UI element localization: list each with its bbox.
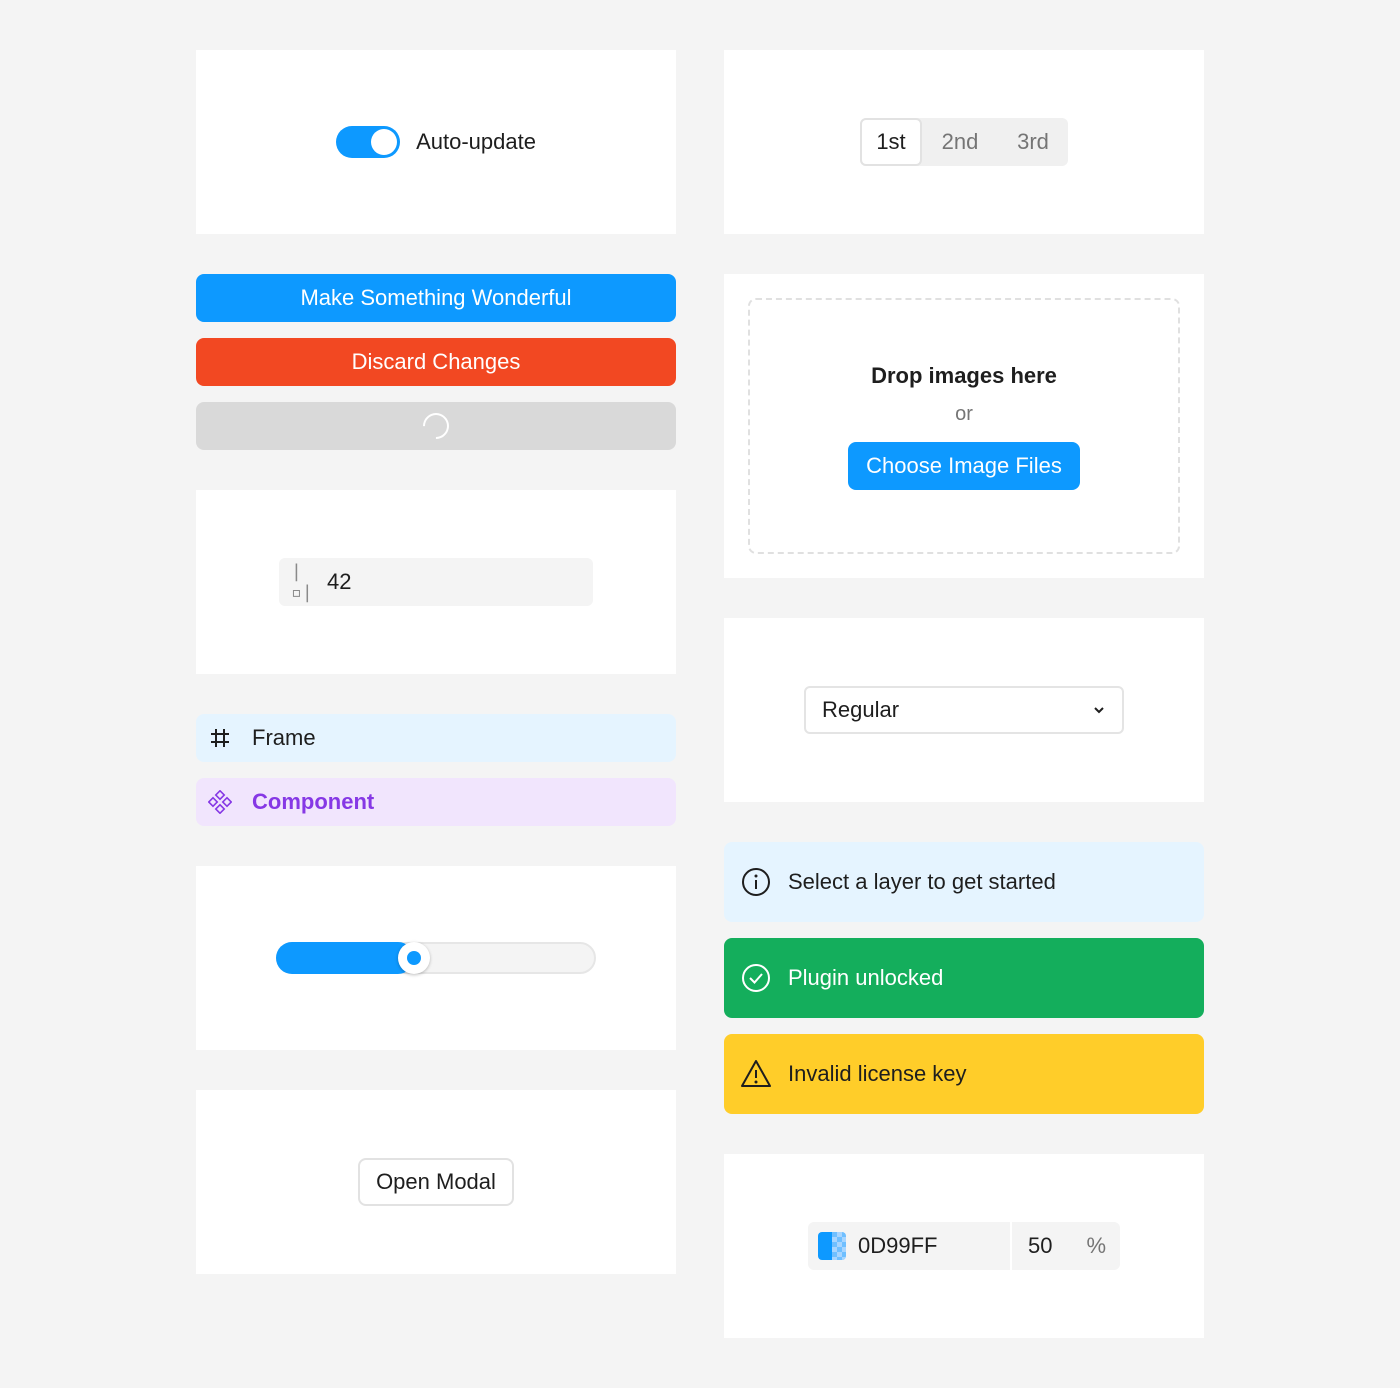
info-banner: Select a layer to get started	[724, 842, 1204, 922]
warning-icon	[740, 1058, 772, 1090]
segmented-control: 1st 2nd 3rd	[860, 118, 1068, 166]
swatch-alpha	[832, 1232, 846, 1260]
hex-value: 0D99FF	[858, 1233, 938, 1258]
toggle-card: Auto-update	[196, 50, 676, 234]
segment-1st-label: 1st	[876, 129, 906, 154]
dropdown-value: Regular	[822, 697, 900, 722]
info-banner-text: Select a layer to get started	[788, 869, 1056, 894]
open-modal-button[interactable]: Open Modal	[358, 1158, 514, 1206]
toggle-row: Auto-update	[336, 126, 536, 158]
slider-thumb-dot	[407, 951, 421, 965]
font-weight-dropdown[interactable]: Regular	[804, 686, 1124, 734]
layer-component-label: Component	[252, 789, 375, 814]
modal-card: Open Modal	[196, 1090, 676, 1274]
danger-button-label: Discard Changes	[351, 349, 521, 374]
segment-3rd[interactable]: 3rd	[998, 118, 1068, 166]
slider-thumb[interactable]	[398, 942, 430, 974]
opacity-input[interactable]: 50 %	[1012, 1222, 1120, 1270]
layer-component[interactable]: Component	[196, 778, 676, 826]
make-something-wonderful-button[interactable]: Make Something Wonderful	[196, 274, 676, 322]
image-dropzone[interactable]: Drop images here or Choose Image Files	[748, 298, 1180, 554]
loading-spinner-icon	[417, 407, 455, 445]
loading-button	[196, 402, 676, 450]
opacity-value: 50	[1028, 1233, 1053, 1258]
choose-image-files-button[interactable]: Choose Image Files	[848, 441, 1080, 490]
primary-button-label: Make Something Wonderful	[300, 285, 572, 310]
segment-2nd[interactable]: 2nd	[922, 118, 998, 166]
number-input-card: |▫| 42	[196, 490, 676, 674]
color-swatch[interactable]	[818, 1232, 846, 1260]
discard-changes-button[interactable]: Discard Changes	[196, 338, 676, 386]
frame-icon	[208, 726, 232, 750]
auto-update-toggle[interactable]	[336, 126, 401, 158]
success-banner: Plugin unlocked	[724, 938, 1204, 1018]
slider-fill	[276, 942, 414, 974]
layer-frame-label: Frame	[252, 725, 316, 750]
opacity-unit: %	[1086, 1233, 1106, 1258]
choose-image-files-label: Choose Image Files	[866, 452, 1062, 478]
slider-track[interactable]	[276, 942, 596, 974]
slider-card	[196, 866, 676, 1050]
toggle-label: Auto-update	[416, 129, 536, 154]
spacing-icon: |▫|	[291, 561, 313, 603]
swatch-solid	[818, 1232, 832, 1260]
dropzone-or: or	[955, 402, 973, 425]
check-circle-icon	[740, 962, 772, 994]
segment-2nd-label: 2nd	[941, 129, 979, 154]
layer-frame[interactable]: Frame	[196, 714, 676, 762]
chevron-down-icon	[1092, 705, 1106, 715]
warning-banner: Invalid license key	[724, 1034, 1204, 1114]
segment-1st[interactable]: 1st	[860, 118, 922, 166]
dropzone-title: Drop images here	[871, 362, 1057, 388]
success-banner-text: Plugin unlocked	[788, 965, 944, 990]
color-input: 0D99FF 50 %	[808, 1222, 1120, 1270]
dropdown-card: Regular	[724, 618, 1204, 802]
warning-banner-text: Invalid license key	[788, 1061, 967, 1086]
segment-3rd-label: 3rd	[1017, 129, 1049, 154]
color-input-card: 0D99FF 50 %	[724, 1154, 1204, 1338]
hex-input[interactable]: 0D99FF	[808, 1222, 1010, 1270]
segmented-card: 1st 2nd 3rd	[724, 50, 1204, 234]
toggle-knob	[371, 129, 398, 155]
spacing-value: 42	[327, 569, 352, 594]
dropzone-card: Drop images here or Choose Image Files	[724, 274, 1204, 578]
info-icon	[740, 866, 772, 898]
spacing-number-input[interactable]: |▫| 42	[279, 558, 593, 606]
open-modal-label: Open Modal	[376, 1169, 496, 1194]
component-icon	[208, 790, 232, 814]
